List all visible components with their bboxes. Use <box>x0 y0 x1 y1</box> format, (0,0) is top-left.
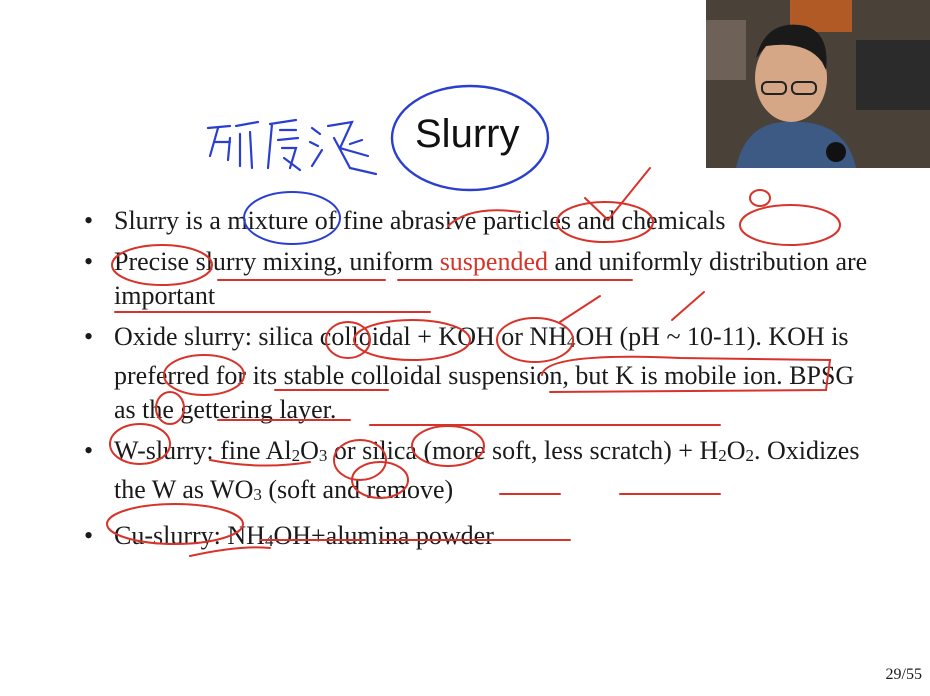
bullet-dot: • <box>84 521 94 550</box>
slide-title: Slurry <box>415 112 520 156</box>
bullet-item: • Cu-slurry: NH4OH+alumina powder <box>82 519 872 558</box>
bullet-dot: • <box>84 436 94 465</box>
bullet-text: Precise slurry mixing, uniform <box>114 247 440 276</box>
subscript: 2 <box>291 446 301 465</box>
bullet-text: Slurry is a mixture of fine abrasive par… <box>114 206 726 235</box>
bullet-item: • Oxide slurry: silica colloidal + KOH o… <box>82 320 872 427</box>
webcam-presenter-feed <box>706 0 930 168</box>
bullet-text: O <box>300 436 319 465</box>
bullet-item: • Slurry is a mixture of fine abrasive p… <box>82 204 872 238</box>
bullet-text: Oxide slurry: silica colloidal + KOH or … <box>114 322 567 351</box>
bullet-text: (soft and remove) <box>261 475 454 504</box>
handwritten-chinese-note <box>206 118 378 176</box>
bullet-text: Cu-slurry: NH <box>114 521 265 550</box>
bullet-dot: • <box>84 206 94 235</box>
bullet-item: • W-slurry: fine Al2O3 or silica (more s… <box>82 434 872 512</box>
page-number: 29/55 <box>885 666 922 683</box>
subscript: 2 <box>718 446 727 465</box>
bullet-item: • Precise slurry mixing, uniform suspend… <box>82 245 872 313</box>
presenter-image <box>706 0 930 168</box>
bullet-text: OH+alumina powder <box>273 521 494 550</box>
bullet-dot: • <box>84 247 94 276</box>
subscript: 3 <box>253 485 262 504</box>
bullet-text: O <box>726 436 746 465</box>
highlight-text: suspended <box>439 247 549 276</box>
subscript: 2 <box>745 446 755 465</box>
bullet-list: • Slurry is a mixture of fine abrasive p… <box>82 204 872 565</box>
slide-canvas: Slurry • Slurry is a mixture of fine abr… <box>0 0 930 696</box>
bullet-dot: • <box>84 322 94 351</box>
bullet-text: or silica (more soft, less scratch) + H <box>327 436 719 465</box>
bullet-text: W-slurry: fine Al <box>114 436 292 465</box>
